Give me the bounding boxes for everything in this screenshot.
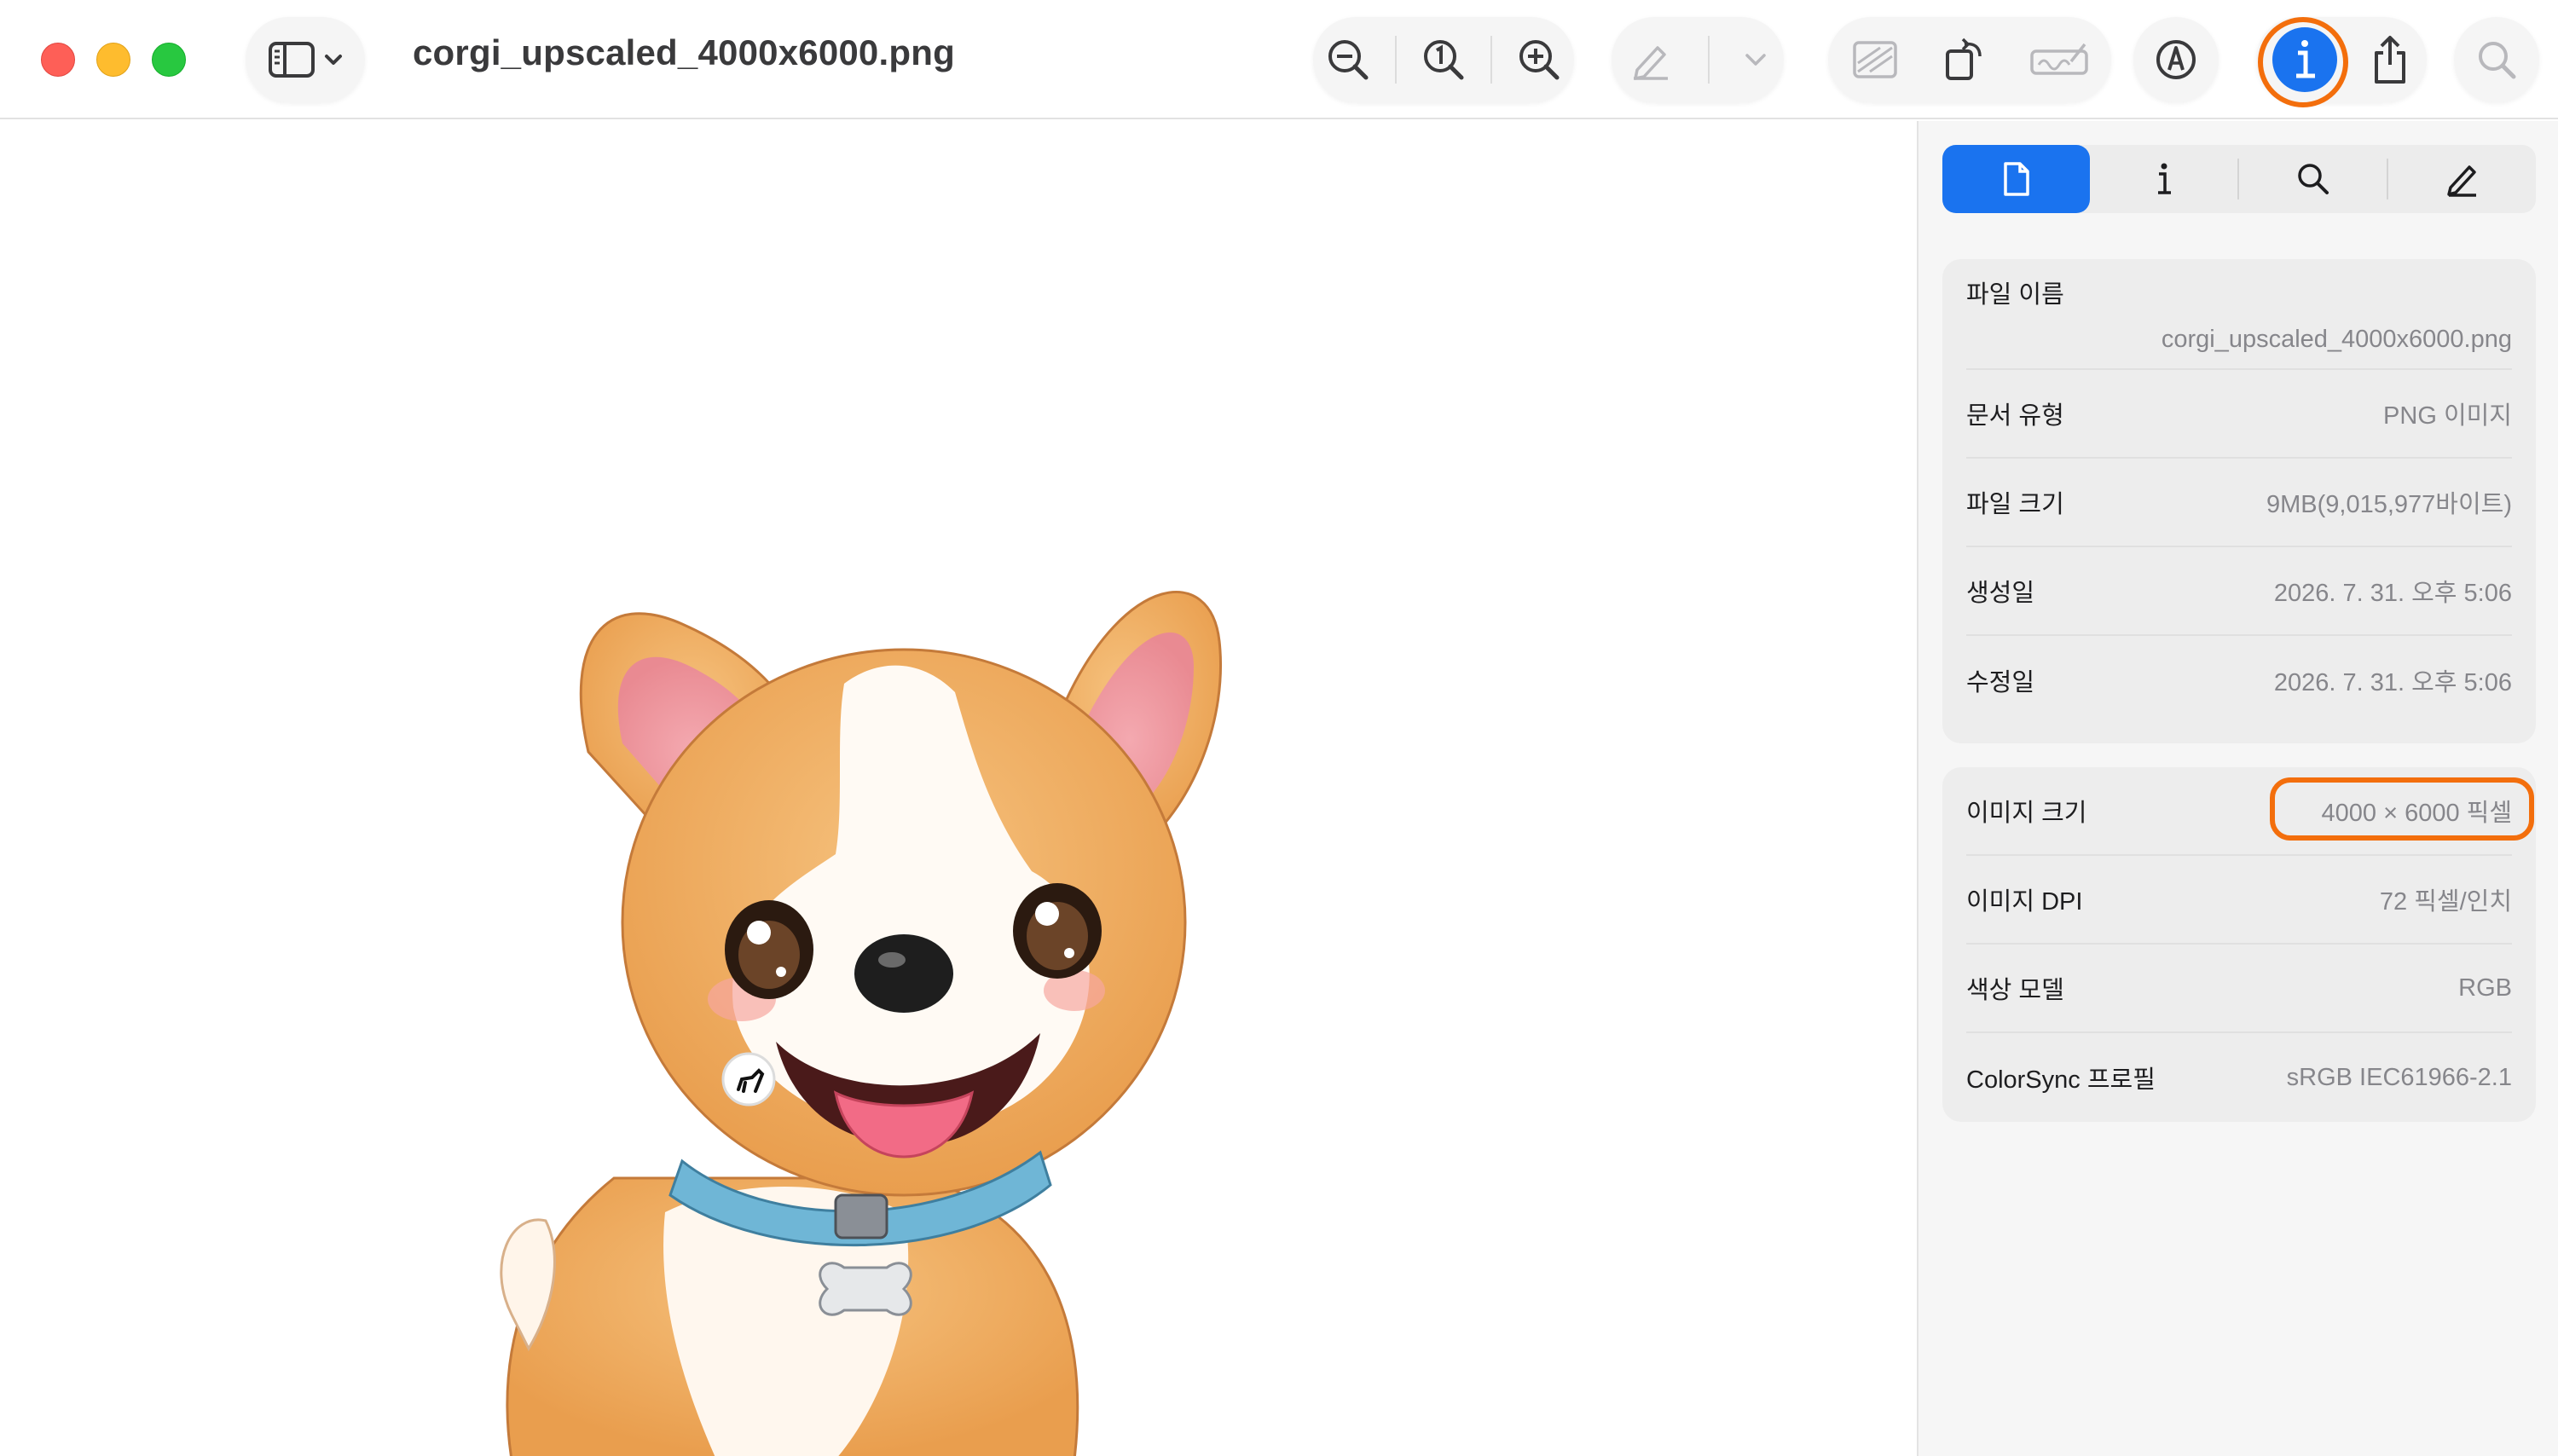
- fullscreen-window-button[interactable]: [152, 43, 186, 77]
- search-icon: [2476, 39, 2517, 80]
- document-type-row: 문서 유형 PNG 이미지: [1966, 370, 2512, 459]
- row-value: 72 픽셀/인치: [2379, 888, 2512, 916]
- search-button[interactable]: [2454, 17, 2539, 102]
- row-value: RGB: [2458, 974, 2512, 1002]
- markup-pen-icon[interactable]: [1629, 38, 1673, 82]
- image-size-row: 이미지 크기 4000 × 6000 픽셀: [1966, 767, 2512, 856]
- tab-general[interactable]: [1942, 145, 2090, 213]
- divider: [1394, 36, 1397, 84]
- highlight-controls: [1612, 17, 1784, 102]
- chevron-down-icon: [324, 54, 343, 66]
- document-icon: [2003, 162, 2029, 196]
- sidebar-icon: [268, 41, 315, 78]
- adjust-size-icon[interactable]: [1849, 38, 1901, 82]
- row-label: 파일 이름: [1966, 280, 2064, 309]
- share-icon[interactable]: [2370, 34, 2410, 85]
- close-window-button[interactable]: [41, 43, 75, 77]
- zoom-out-icon[interactable]: [1326, 38, 1370, 82]
- file-size-row: 파일 크기 9MB(9,015,977바이트): [1966, 459, 2512, 547]
- row-value: 2026. 7. 31. 오후 5:06: [2273, 580, 2512, 607]
- image-canvas: [0, 121, 1917, 1456]
- divider: [1490, 36, 1493, 84]
- file-name-row: 파일 이름 corgi_upscaled_4000x6000.png: [1966, 259, 2512, 370]
- tab-keywords[interactable]: [2239, 145, 2387, 213]
- rotate-icon[interactable]: [1942, 36, 1987, 84]
- row-value: PNG 이미지: [2383, 402, 2512, 430]
- row-label: 문서 유형: [1966, 402, 2064, 430]
- signature-icon[interactable]: [2028, 39, 2090, 80]
- row-value: sRGB IEC61966-2.1: [2286, 1063, 2512, 1091]
- info-button[interactable]: [2272, 27, 2337, 92]
- inspector-panel: 파일 이름 corgi_upscaled_4000x6000.png 문서 유형…: [1917, 121, 2558, 1456]
- markup-icon: [2154, 38, 2198, 82]
- row-value: 4000 × 6000 픽셀: [2321, 800, 2513, 827]
- info-icon: [2157, 163, 2171, 194]
- window-title: corgi_upscaled_4000x6000.png: [413, 32, 955, 72]
- created-date-row: 생성일 2026. 7. 31. 오후 5:06: [1966, 547, 2512, 636]
- toolbar: corgi_upscaled_4000x6000.png: [0, 0, 2558, 119]
- info-icon: [2296, 40, 2315, 78]
- row-label: 이미지 DPI: [1966, 888, 2083, 916]
- chevron-down-icon[interactable]: [1745, 53, 1767, 66]
- row-label: 색상 모델: [1966, 977, 2064, 1004]
- markup-button[interactable]: [2133, 17, 2219, 102]
- row-value: corgi_upscaled_4000x6000.png: [2161, 325, 2512, 353]
- pen-icon: [2446, 165, 2476, 197]
- row-label: ColorSync 프로필: [1966, 1066, 2156, 1094]
- zoom-in-icon[interactable]: [1517, 38, 1561, 82]
- color-model-row: 색상 모델 RGB: [1966, 945, 2512, 1033]
- colorsync-profile-row: ColorSync 프로필 sRGB IEC61966-2.1: [1966, 1033, 2512, 1122]
- row-label: 이미지 크기: [1966, 800, 2087, 827]
- image-dpi-row: 이미지 DPI 72 픽셀/인치: [1966, 856, 2512, 945]
- tab-annotations[interactable]: [2388, 145, 2536, 213]
- info-share-controls: [2256, 17, 2427, 102]
- image-info-group: 이미지 크기 4000 × 6000 픽셀 이미지 DPI 72 픽셀/인치 색…: [1942, 767, 2536, 1122]
- row-label: 파일 크기: [1966, 491, 2064, 518]
- actual-size-icon[interactable]: [1421, 38, 1466, 82]
- row-value: 2026. 7. 31. 오후 5:06: [2273, 669, 2512, 696]
- minimize-window-button[interactable]: [96, 43, 130, 77]
- file-info-group: 파일 이름 corgi_upscaled_4000x6000.png 문서 유형…: [1942, 259, 2536, 743]
- row-label: 생성일: [1966, 580, 2035, 607]
- edit-controls: [1828, 17, 2111, 102]
- sidebar-toggle-button[interactable]: [246, 17, 365, 102]
- row-value: 9MB(9,015,977바이트): [2266, 491, 2512, 518]
- zoom-controls: [1313, 17, 1574, 102]
- inspector-tabs: [1942, 145, 2536, 213]
- row-label: 수정일: [1966, 669, 2035, 696]
- divider: [1707, 36, 1710, 84]
- search-icon: [2297, 164, 2329, 194]
- tab-more-info[interactable]: [2090, 145, 2237, 213]
- modified-date-row: 수정일 2026. 7. 31. 오후 5:06: [1966, 636, 2512, 725]
- corgi-illustration: [500, 590, 1223, 1456]
